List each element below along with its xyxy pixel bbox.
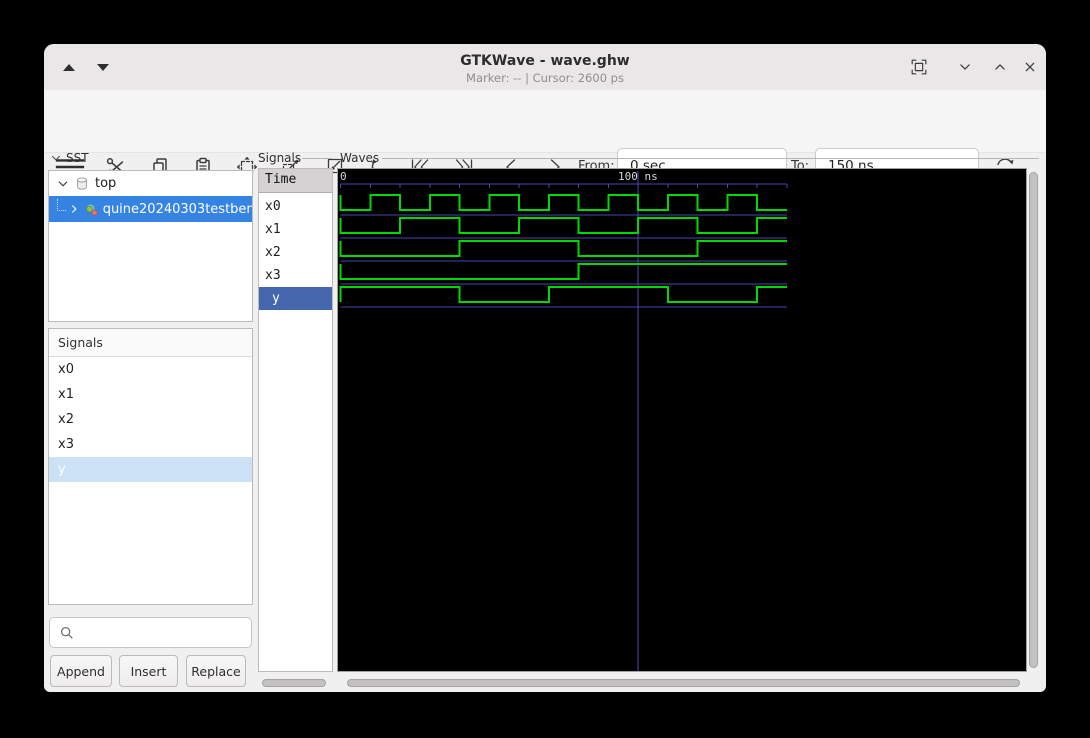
signal-list-header[interactable]: Signals xyxy=(49,329,252,357)
signal-row-x1[interactable]: x1 xyxy=(259,218,332,241)
signals-frame-text: Signals xyxy=(258,151,302,165)
search-icon xyxy=(60,626,73,639)
desktop: { "window": { "title": "GTKWave - wave.g… xyxy=(0,0,1090,738)
signal-row-x3[interactable]: x3 xyxy=(259,264,332,287)
list-item-x0[interactable]: x0 xyxy=(49,357,252,382)
waves-hscrollbar[interactable] xyxy=(347,679,1020,687)
signal-search-input[interactable] xyxy=(49,617,252,648)
chevron-up-icon xyxy=(995,64,1005,70)
waves-frame-text: Waves xyxy=(340,151,380,165)
wave-grid-lines xyxy=(340,171,788,671)
titlebar[interactable]: GTKWave - wave.ghw Marker: -- | Cursor: … xyxy=(44,44,1046,91)
tree-item-label: quine20240303testbench xyxy=(102,201,252,217)
time-header[interactable]: Time xyxy=(259,169,332,193)
wave-traces xyxy=(339,194,787,303)
tree-item-label: top xyxy=(95,176,117,191)
append-button[interactable]: Append xyxy=(50,655,112,687)
waves-frame-label: Waves xyxy=(340,151,379,165)
gtkwave-window: GTKWave - wave.ghw Marker: -- | Cursor: … xyxy=(44,44,1046,692)
signals-frame-label: Signals xyxy=(258,151,301,165)
list-item-y[interactable]: y xyxy=(49,457,252,482)
window-subtitle: Marker: -- | Cursor: 2600 ps xyxy=(466,71,624,85)
wave-canvas[interactable]: 0 100 ns xyxy=(337,168,1027,672)
list-item-x3[interactable]: x3 xyxy=(49,432,252,457)
module-icon xyxy=(85,203,98,216)
insert-button[interactable]: Insert xyxy=(119,655,178,687)
database-icon xyxy=(77,177,87,190)
waves-vscrollbar[interactable] xyxy=(1029,172,1038,668)
waves-frame-line xyxy=(382,158,1039,159)
signal-search-list: Signals x0 x1 x2 x3 y xyxy=(48,328,253,605)
timeline-label-0: 0 xyxy=(340,170,347,183)
sst-label: SST xyxy=(66,151,89,165)
signal-row-x0[interactable]: x0 xyxy=(259,195,332,218)
window-title: GTKWave - wave.ghw xyxy=(460,53,630,69)
tree-guide-line xyxy=(57,199,67,211)
signals-name-panel: Time x0 x1 x2 x3 y xyxy=(258,168,333,672)
timeline-label-100ns: 100 ns xyxy=(618,170,658,183)
fullscreen-button[interactable] xyxy=(906,54,932,80)
tree-item-top[interactable]: top xyxy=(49,171,252,196)
close-button[interactable] xyxy=(1017,54,1043,80)
waveform-svg: 0 100 ns xyxy=(339,170,788,671)
toolbar: From: To: xyxy=(44,90,1046,184)
signal-row-y[interactable]: y xyxy=(259,287,332,310)
maximize-button[interactable] xyxy=(987,54,1013,80)
chevron-down-icon xyxy=(51,155,61,161)
signals-frame-line xyxy=(302,158,332,159)
expander-down-icon[interactable] xyxy=(56,177,70,191)
signals-hscrollbar[interactable] xyxy=(262,679,326,687)
chevron-down-icon xyxy=(960,64,970,70)
fullscreen-icon xyxy=(911,59,927,75)
tree-item-testbench[interactable]: quine20240303testbench xyxy=(49,196,252,222)
expander-right-icon[interactable] xyxy=(68,202,80,216)
sst-tree-panel: top quine20240303testbench xyxy=(48,170,253,322)
list-item-x1[interactable]: x1 xyxy=(49,382,252,407)
replace-button[interactable]: Replace xyxy=(186,655,246,687)
list-item-x2[interactable]: x2 xyxy=(49,407,252,432)
minimize-button[interactable] xyxy=(952,54,978,80)
sst-expander[interactable]: SST xyxy=(50,151,89,165)
signal-row-x2[interactable]: x2 xyxy=(259,241,332,264)
close-icon xyxy=(1025,62,1035,72)
